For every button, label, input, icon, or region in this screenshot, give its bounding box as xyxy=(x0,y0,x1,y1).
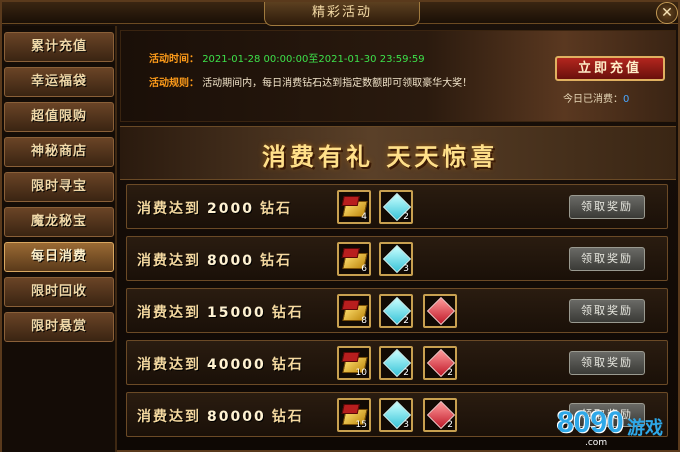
watermark-number: 8090 xyxy=(557,406,624,439)
gold-bar-item-slot[interactable]: 10 xyxy=(337,346,371,380)
reward-amount: 15000 xyxy=(207,305,266,321)
reward-row: 消费达到 2000 钻石 4 2 领取奖励 xyxy=(126,184,668,229)
sidebar-item-cumulative-recharge[interactable]: 累计充值 xyxy=(4,32,114,62)
item-count: 10 xyxy=(355,368,367,378)
sidebar-item-mystery-shop[interactable]: 神秘商店 xyxy=(4,137,114,167)
sidebar-item-value-purchase[interactable]: 超值限购 xyxy=(4,102,114,132)
reward-prefix: 消费达到 xyxy=(137,253,201,269)
sidebar-item-dragon-treasure[interactable]: 魔龙秘宝 xyxy=(4,207,114,237)
sidebar-item-treasure-hunt[interactable]: 限时寻宝 xyxy=(4,172,114,202)
reward-row: 消费达到 15000 钻石 8 2 领取奖励 xyxy=(126,288,668,333)
claim-reward-button[interactable]: 领取奖励 xyxy=(569,247,645,271)
recharge-now-button[interactable]: 立即充值 xyxy=(555,56,665,81)
sidebar-item-lucky-bag[interactable]: 幸运福袋 xyxy=(4,67,114,97)
gold-bar-item-slot[interactable]: 8 xyxy=(337,294,371,328)
activity-time-separator: 至 xyxy=(308,54,319,65)
reward-amount: 40000 xyxy=(207,357,266,373)
item-count: 3 xyxy=(403,420,409,430)
today-spend-label: 今日已消费： xyxy=(563,94,623,105)
item-count: 2 xyxy=(447,368,453,378)
reward-prefix: 消费达到 xyxy=(137,305,201,321)
cyan-gem-item-slot[interactable]: 2 xyxy=(379,190,413,224)
reward-unit: 钻石 xyxy=(271,305,304,321)
cyan-gem-item-slot[interactable]: 2 xyxy=(379,346,413,380)
item-count: 6 xyxy=(361,264,367,274)
cyan-gem-item-slot[interactable]: 3 xyxy=(379,398,413,432)
reward-condition: 消费达到 80000 钻石 xyxy=(137,406,304,426)
reward-unit: 钻石 xyxy=(271,409,304,425)
item-count: 2 xyxy=(447,420,453,430)
activity-window: 精彩活动 ✕ 累计充值 幸运福袋 超值限购 神秘商店 限时寻宝 魔龙秘宝 每日消… xyxy=(0,0,680,452)
reward-prefix: 消费达到 xyxy=(137,201,201,217)
reward-row: 消费达到 40000 钻石 10 2 2 领取奖励 xyxy=(126,340,668,385)
item-count: 2 xyxy=(403,316,409,326)
activity-time-row: 活动时间： 2021-01-28 00:00:00至2021-01-30 23:… xyxy=(149,50,425,65)
claim-reward-button[interactable]: 领取奖励 xyxy=(569,299,645,323)
reward-unit: 钻石 xyxy=(271,357,304,373)
today-spend-value: 0 xyxy=(623,94,630,105)
sidebar-item-limited-recycle[interactable]: 限时回收 xyxy=(4,277,114,307)
activity-time-end: 2021-01-30 23:59:59 xyxy=(318,54,425,65)
reward-row: 消费达到 8000 钻石 6 3 领取奖励 xyxy=(126,236,668,281)
close-button[interactable]: ✕ xyxy=(656,2,678,24)
gold-bar-item-slot[interactable]: 15 xyxy=(337,398,371,432)
reward-condition: 消费达到 2000 钻石 xyxy=(137,198,292,218)
reward-amount: 8000 xyxy=(207,253,254,269)
reward-condition: 消费达到 15000 钻石 xyxy=(137,302,304,322)
banner-text: 消费有礼 天天惊喜 xyxy=(262,143,499,171)
reward-amount: 80000 xyxy=(207,409,266,425)
window-title: 精彩活动 xyxy=(264,2,420,26)
red-gem-item-slot[interactable]: 2 xyxy=(423,398,457,432)
activity-rule-row: 活动规则： 活动期间内，每日消费钻石达到指定数额即可领取豪华大奖！ xyxy=(149,74,472,89)
site-watermark: 8090 .com 游戏 xyxy=(557,400,677,452)
sidebar: 累计充值 幸运福袋 超值限购 神秘商店 限时寻宝 魔龙秘宝 每日消费 限时回收 … xyxy=(2,26,117,452)
claim-reward-button[interactable]: 领取奖励 xyxy=(569,351,645,375)
reward-condition: 消费达到 8000 钻石 xyxy=(137,250,292,270)
item-count: 8 xyxy=(361,316,367,326)
item-count: 2 xyxy=(403,212,409,222)
red-gem-item-slot[interactable] xyxy=(423,294,457,328)
today-spend: 今日已消费：0 xyxy=(563,90,629,105)
cyan-gem-item-slot[interactable]: 2 xyxy=(379,294,413,328)
activity-rule-text: 活动期间内，每日消费钻石达到指定数额即可领取豪华大奖！ xyxy=(202,78,473,89)
reward-condition: 消费达到 40000 钻石 xyxy=(137,354,304,374)
promo-banner: 消费有礼 天天惊喜 xyxy=(120,126,676,180)
activity-time-label: 活动时间： xyxy=(149,54,199,65)
claim-reward-button[interactable]: 领取奖励 xyxy=(569,195,645,219)
red-gem-item-slot[interactable]: 2 xyxy=(423,346,457,380)
gold-bar-item-slot[interactable]: 6 xyxy=(337,242,371,276)
reward-unit: 钻石 xyxy=(259,201,292,217)
item-count: 3 xyxy=(403,264,409,274)
sidebar-item-daily-spend[interactable]: 每日消费 xyxy=(4,242,114,272)
activity-time-start: 2021-01-28 00:00:00 xyxy=(202,54,309,65)
watermark-domain: .com xyxy=(585,438,608,448)
red-gem-icon xyxy=(426,296,455,326)
cyan-gem-item-slot[interactable]: 3 xyxy=(379,242,413,276)
watermark-cn: 游戏 xyxy=(627,418,663,439)
activity-rule-label: 活动规则： xyxy=(149,78,199,89)
reward-prefix: 消费达到 xyxy=(137,357,201,373)
reward-amount: 2000 xyxy=(207,201,254,217)
item-count: 2 xyxy=(403,368,409,378)
gold-bar-item-slot[interactable]: 4 xyxy=(337,190,371,224)
item-count: 4 xyxy=(361,212,367,222)
reward-unit: 钻石 xyxy=(259,253,292,269)
reward-prefix: 消费达到 xyxy=(137,409,201,425)
sidebar-item-limited-bounty[interactable]: 限时悬赏 xyxy=(4,312,114,342)
activity-info-panel: 活动时间： 2021-01-28 00:00:00至2021-01-30 23:… xyxy=(120,30,676,122)
item-count: 15 xyxy=(355,420,367,430)
